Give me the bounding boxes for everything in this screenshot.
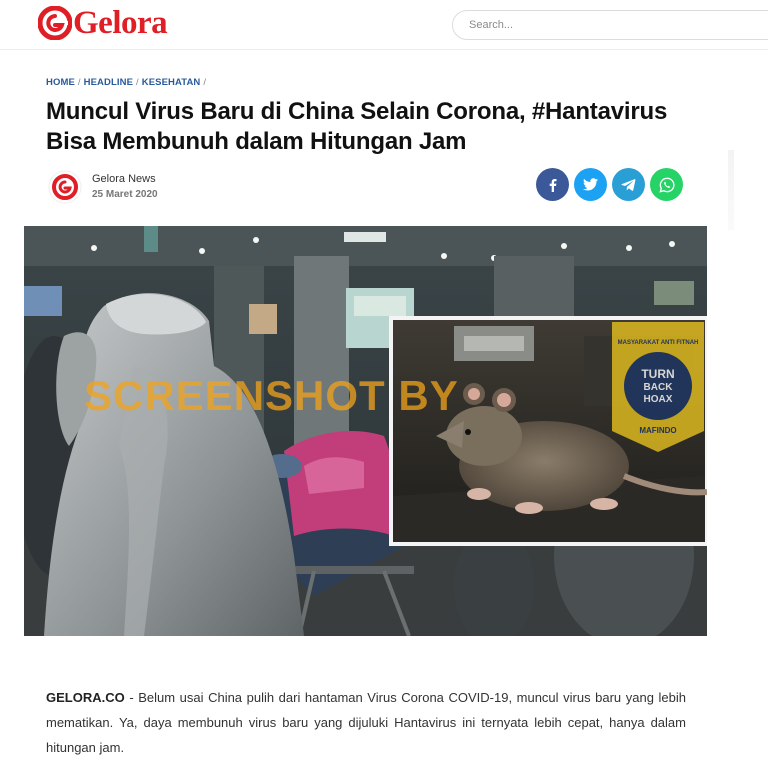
site-header: Gelora (0, 0, 768, 50)
svg-text:MAFINDO: MAFINDO (639, 426, 676, 435)
author-name[interactable]: Gelora News (92, 172, 158, 187)
article-title: Muncul Virus Baru di China Selain Corona… (46, 98, 668, 155)
publish-date: 25 Maret 2020 (92, 189, 158, 200)
article-lead-text: - Belum usai China pulih dari hantaman V… (46, 690, 686, 755)
breadcrumb-home[interactable]: HOME (46, 77, 75, 88)
svg-text:BACK: BACK (644, 382, 674, 393)
sidebar-edge (728, 150, 734, 230)
share-telegram-button[interactable] (612, 168, 645, 201)
article-source: GELORA.CO (46, 690, 125, 705)
breadcrumb-separator: / (136, 77, 139, 88)
breadcrumb-separator: / (203, 77, 207, 88)
breadcrumb-kesehatan[interactable]: KESEHATAN (142, 77, 201, 88)
breadcrumb-separator: / (77, 77, 81, 88)
telegram-icon (621, 179, 636, 191)
svg-text:MASYARAKAT ANTI FITNAH: MASYARAKAT ANTI FITNAH (618, 340, 699, 346)
facebook-icon (549, 178, 556, 192)
share-twitter-button[interactable] (574, 168, 607, 201)
svg-text:TURN: TURN (641, 367, 674, 381)
svg-text:SCREENSHOT BY: SCREENSHOT BY (84, 372, 459, 419)
breadcrumb: HOME / HEADLINE / KESEHATAN / (46, 77, 209, 88)
article-hero-image: TURN BACK HOAX MASYARAKAT ANTI FITNAH MA… (24, 226, 707, 636)
search-box[interactable] (452, 10, 768, 40)
article-byline: Gelora News 25 Maret 2020 (48, 170, 158, 204)
share-whatsapp-button[interactable] (650, 168, 683, 201)
breadcrumb-headline[interactable]: HEADLINE (84, 77, 133, 88)
share-buttons (536, 168, 683, 201)
site-logo[interactable]: Gelora (38, 5, 168, 41)
gelora-swirl-icon (38, 6, 72, 40)
svg-text:HOAX: HOAX (644, 394, 673, 405)
share-facebook-button[interactable] (536, 168, 569, 201)
site-logo-text: Gelora (73, 5, 168, 41)
author-avatar[interactable] (48, 170, 82, 204)
whatsapp-icon (658, 177, 675, 193)
hospital-scene-image: TURN BACK HOAX MASYARAKAT ANTI FITNAH MA… (24, 226, 707, 636)
search-input[interactable] (469, 11, 768, 39)
article-lead-paragraph: GELORA.CO - Belum usai China pulih dari … (46, 685, 686, 760)
twitter-icon (583, 178, 598, 191)
